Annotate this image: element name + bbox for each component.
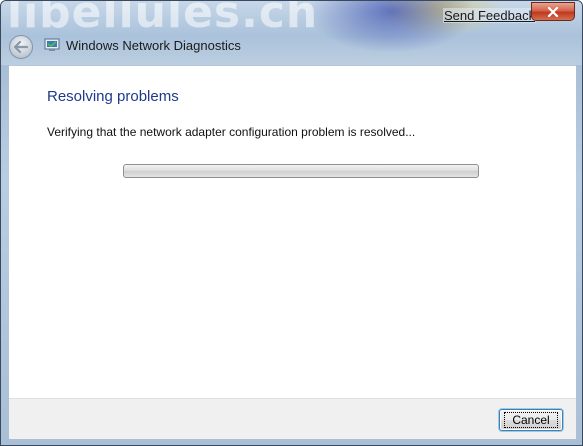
- progress-bar: [123, 164, 479, 178]
- back-arrow-icon: [14, 41, 28, 53]
- close-icon: [547, 6, 559, 17]
- footer-bar: Cancel: [9, 398, 576, 439]
- close-button[interactable]: [531, 2, 575, 21]
- send-feedback-link[interactable]: Send Feedback: [443, 8, 537, 23]
- cancel-button-label: Cancel: [504, 412, 558, 428]
- status-message: Verifying that the network adapter confi…: [47, 125, 416, 139]
- cancel-button[interactable]: Cancel: [499, 409, 563, 431]
- network-diagnostics-icon: [44, 38, 60, 51]
- page-heading: Resolving problems: [47, 88, 179, 105]
- diagnostics-window: libellules.ch Send Feedback Windows Netw…: [0, 0, 583, 446]
- background-watermark: libellules.ch: [7, 0, 319, 38]
- back-button[interactable]: [9, 35, 33, 59]
- content-area: Resolving problems Verifying that the ne…: [9, 65, 576, 398]
- window-title: Windows Network Diagnostics: [66, 38, 241, 53]
